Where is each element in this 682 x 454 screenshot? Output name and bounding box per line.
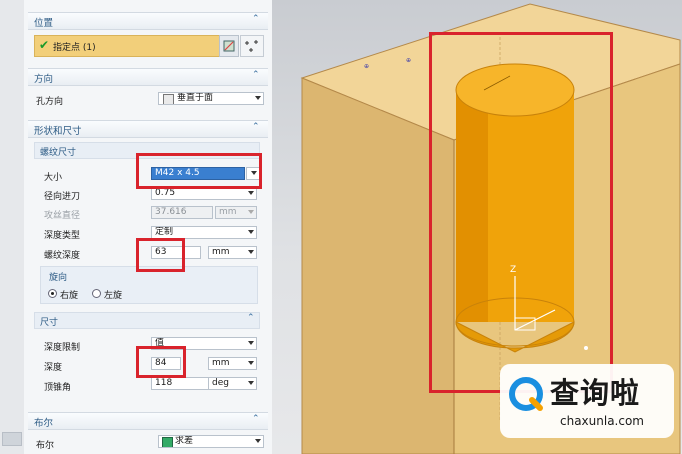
depth-unit-select[interactable]: mm bbox=[208, 357, 257, 370]
left-hand-label: 左旋 bbox=[104, 291, 123, 301]
tap-drill-unit: mm bbox=[215, 206, 257, 219]
section-direction-title: 方向 bbox=[34, 74, 54, 85]
chevron-up-icon[interactable]: ⌃ bbox=[252, 415, 260, 424]
highlight-size bbox=[136, 153, 262, 189]
dropdown-arrow-icon bbox=[248, 341, 254, 345]
section-shape-header[interactable]: 形状和尺寸 ⌃ bbox=[28, 120, 268, 138]
watermark-title: 查询啦 bbox=[550, 376, 641, 410]
point-dialog-button[interactable] bbox=[240, 35, 264, 57]
chevron-up-icon[interactable]: ⌃ bbox=[252, 123, 260, 132]
depth-type-label: 深度类型 bbox=[44, 231, 81, 241]
dropdown-arrow-icon[interactable] bbox=[255, 96, 261, 100]
tap-drill-label: 攻丝直径 bbox=[44, 211, 81, 221]
graphics-viewport[interactable]: Z ⊕ ⊕ 查询啦 chaxunla.com bbox=[272, 0, 682, 454]
dropdown-arrow-icon bbox=[255, 439, 261, 443]
depth-label: 深度 bbox=[44, 363, 63, 373]
hole-direction-value: 垂直于面 bbox=[177, 93, 214, 103]
dimensions-title: 尺寸 bbox=[40, 318, 59, 328]
rotation-title: 旋向 bbox=[49, 273, 68, 283]
highlight-depth bbox=[136, 346, 186, 378]
cylinder-shade bbox=[456, 90, 488, 322]
specify-point-row[interactable]: ✔ 指定点 (1) bbox=[34, 35, 228, 57]
hole-dialog-panel: 位置 ⌃ ✔ 指定点 (1) 方向 ⌃ 孔方向 垂直于面 形状和尺寸 ⌃ 螺纹尺… bbox=[24, 0, 273, 454]
dropdown-arrow-icon bbox=[248, 250, 254, 254]
search-q-logo-icon bbox=[509, 377, 543, 411]
cylinder-top bbox=[455, 63, 575, 117]
sketch-point-button[interactable] bbox=[219, 35, 239, 57]
dim-mark-icon: ⊕ bbox=[406, 57, 411, 64]
dim-mark-icon: ⊕ bbox=[364, 63, 369, 70]
chevron-up-icon[interactable]: ⌃ bbox=[252, 71, 260, 80]
thread-depth-label: 螺纹深度 bbox=[44, 251, 81, 261]
section-position-title: 位置 bbox=[34, 18, 54, 29]
dropdown-arrow-icon bbox=[248, 230, 254, 234]
hole-direction-select[interactable]: 垂直于面 bbox=[158, 92, 264, 105]
depth-type-value: 定制 bbox=[155, 227, 174, 237]
chevron-up-icon[interactable]: ⌃ bbox=[252, 15, 260, 24]
point-marker-icon bbox=[584, 346, 588, 350]
tip-angle-input[interactable]: 118 bbox=[151, 377, 213, 390]
watermark-url: chaxunla.com bbox=[560, 414, 644, 428]
subtract-icon bbox=[162, 437, 173, 447]
normal-face-icon bbox=[163, 94, 174, 104]
left-hand-radio[interactable] bbox=[92, 289, 101, 298]
depth-unit-value: mm bbox=[212, 358, 230, 368]
section-boolean-title: 布尔 bbox=[34, 418, 54, 429]
dropdown-arrow-icon bbox=[248, 361, 254, 365]
strip-tab[interactable] bbox=[2, 432, 22, 446]
tap-drill-value: 37.616 bbox=[155, 207, 187, 217]
depth-limit-label: 深度限制 bbox=[44, 343, 81, 353]
section-shape-title: 形状和尺寸 bbox=[34, 126, 82, 137]
hole-direction-label: 孔方向 bbox=[36, 97, 64, 107]
sketch-icon bbox=[223, 40, 235, 52]
dropdown-arrow-icon bbox=[248, 191, 254, 195]
tap-drill-unit-value: mm bbox=[219, 207, 237, 217]
tip-angle-unit-select[interactable]: deg bbox=[208, 377, 257, 390]
radial-engage-value: 0.75 bbox=[155, 188, 176, 198]
specify-point-label: 指定点 (1) bbox=[53, 43, 96, 53]
check-icon: ✔ bbox=[39, 38, 50, 52]
section-position-header[interactable]: 位置 ⌃ bbox=[28, 12, 268, 30]
radial-engage-label: 径向进刀 bbox=[44, 192, 81, 202]
dropdown-arrow-icon bbox=[248, 210, 254, 214]
section-direction-header[interactable]: 方向 ⌃ bbox=[28, 68, 268, 86]
tip-angle-value: 118 bbox=[155, 378, 173, 388]
tip-angle-label: 顶锥角 bbox=[44, 383, 72, 393]
tip-angle-unit-value: deg bbox=[212, 378, 229, 388]
boolean-label: 布尔 bbox=[36, 441, 55, 451]
dimensions-header[interactable]: 尺寸 ⌃ bbox=[34, 312, 260, 329]
watermark: 查询啦 chaxunla.com bbox=[500, 364, 674, 438]
thread-depth-unit-select[interactable]: mm bbox=[208, 246, 257, 259]
dropdown-arrow-icon bbox=[248, 381, 254, 385]
right-hand-label: 右旋 bbox=[60, 291, 79, 301]
boolean-value: 求差 bbox=[175, 436, 194, 446]
highlight-thread-depth bbox=[136, 238, 185, 272]
tap-drill-field: 37.616 bbox=[151, 206, 213, 219]
thread-size-title: 螺纹尺寸 bbox=[40, 148, 77, 158]
resource-strip bbox=[0, 0, 25, 454]
section-boolean-header[interactable]: 布尔 ⌃ bbox=[28, 412, 268, 430]
point-constructor-icon bbox=[245, 40, 258, 52]
chevron-up-icon[interactable]: ⌃ bbox=[247, 314, 255, 323]
z-axis-letter-icon: Z bbox=[510, 265, 516, 275]
boolean-select[interactable]: 求差 bbox=[158, 435, 264, 448]
thread-depth-unit-value: mm bbox=[212, 247, 230, 257]
right-hand-radio[interactable] bbox=[48, 289, 57, 298]
size-label: 大小 bbox=[44, 173, 63, 183]
